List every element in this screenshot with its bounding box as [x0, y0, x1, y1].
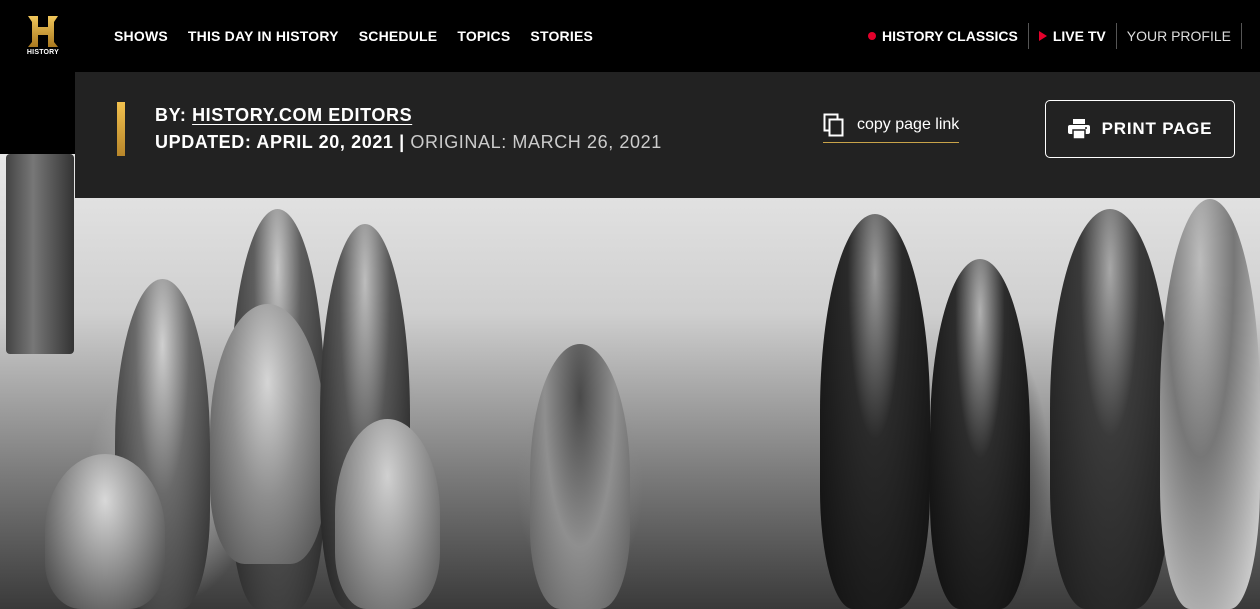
ship-post [6, 154, 74, 354]
history-logo-icon [28, 16, 58, 47]
byline-bar: BY: HISTORY.COM EDITORS UPDATED: APRIL 2… [75, 72, 1260, 198]
figure-boy-cap [45, 454, 165, 609]
figure-boy-center [335, 419, 440, 609]
nav-stories[interactable]: STORIES [530, 28, 593, 44]
logo-wordmark: HISTORY [26, 49, 60, 56]
byline-author: BY: HISTORY.COM EDITORS [155, 105, 412, 126]
top-navigation: HISTORY SHOWS THIS DAY IN HISTORY SCHEDU… [0, 0, 1260, 72]
print-page-button[interactable]: PRINT PAGE [1045, 100, 1235, 158]
author-link[interactable]: HISTORY.COM EDITORS [192, 105, 412, 125]
play-icon [1038, 31, 1047, 41]
nav-topics[interactable]: TOPICS [457, 28, 510, 44]
date-separator: | [393, 132, 411, 152]
red-dot-icon [867, 32, 876, 40]
updated-date: UPDATED: APRIL 20, 2021 [155, 132, 394, 152]
print-label: PRINT PAGE [1101, 119, 1213, 138]
hero-photo [0, 154, 1260, 609]
secondary-nav: HISTORY CLASSICS LIVE TV YOUR PROFILE [858, 0, 1242, 72]
nav-shows[interactable]: SHOWS [114, 28, 168, 44]
nav-live-tv[interactable]: LIVE TV [1029, 23, 1117, 49]
byline-dates: UPDATED: APRIL 20, 2021 | ORIGINAL: MARC… [155, 132, 662, 153]
nav-your-profile[interactable]: YOUR PROFILE [1117, 23, 1242, 49]
history-logo[interactable]: HISTORY [24, 14, 62, 58]
accent-bar [117, 102, 125, 156]
figure-officer-2 [1050, 209, 1170, 609]
printer-icon [1067, 119, 1090, 139]
your-profile-label: YOUR PROFILE [1126, 28, 1231, 44]
by-prefix: BY: [155, 105, 193, 125]
nav-history-classics[interactable]: HISTORY CLASSICS [858, 23, 1029, 49]
figure-child [210, 304, 325, 564]
original-date: ORIGINAL: MARCH 26, 2021 [410, 132, 662, 152]
nav-schedule[interactable]: SCHEDULE [359, 28, 438, 44]
copy-link-label: copy page link [857, 116, 960, 133]
primary-nav: SHOWS THIS DAY IN HISTORY SCHEDULE TOPIC… [114, 0, 613, 72]
figure-officer-1 [820, 214, 930, 609]
figure-man-right [1160, 199, 1260, 609]
copy-icon [823, 113, 844, 137]
live-tv-label: LIVE TV [1052, 28, 1106, 44]
copy-page-link-button[interactable]: copy page link [823, 113, 960, 143]
figure-man-suit [930, 259, 1030, 609]
figure-girl [530, 344, 630, 609]
history-classics-label: HISTORY CLASSICS [881, 28, 1018, 44]
nav-this-day-in-history[interactable]: THIS DAY IN HISTORY [188, 28, 339, 44]
